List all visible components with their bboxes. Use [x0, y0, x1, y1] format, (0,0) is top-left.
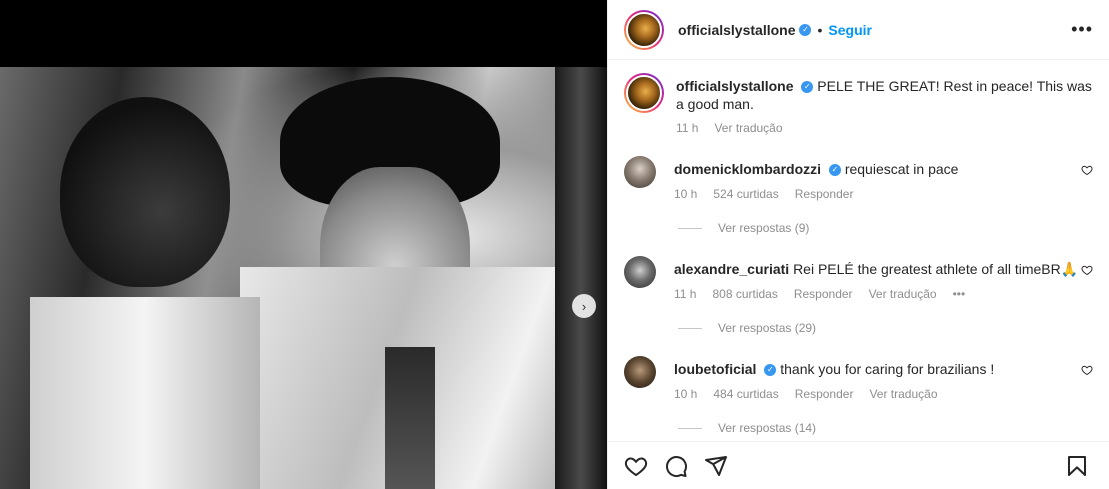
author-avatar[interactable] — [624, 9, 664, 50]
separator-dot: • — [817, 21, 823, 38]
comment-text: thank you for caring for brazilians ! — [780, 361, 995, 377]
view-replies-button[interactable]: Ver respostas (29) — [678, 321, 816, 335]
chevron-right-icon: › — [581, 298, 587, 314]
translate-link[interactable]: Ver tradução — [869, 287, 937, 301]
view-replies-label: Ver respostas (29) — [718, 321, 817, 335]
view-replies-label: Ver respostas (9) — [718, 221, 810, 235]
comments-list[interactable]: officialslystallone ✓ PELE THE GREAT! Re… — [608, 61, 1109, 441]
reply-button[interactable]: Responder — [795, 387, 854, 401]
replies-divider — [678, 327, 702, 329]
caption-username[interactable]: officialslystallone — [676, 78, 793, 94]
bookmark-icon[interactable] — [1065, 454, 1089, 478]
caption-avatar[interactable] — [624, 73, 664, 113]
verified-badge-icon: ✓ — [801, 81, 814, 94]
post-photo — [0, 67, 607, 489]
comment-text: Rei PELÉ the greatest athlete of all tim… — [793, 261, 1079, 277]
verified-badge-icon: ✓ — [828, 164, 841, 177]
comment-likes[interactable]: 524 curtidas — [713, 187, 778, 201]
view-replies-button[interactable]: Ver respostas (14) — [678, 421, 816, 435]
comment-icon[interactable] — [664, 454, 688, 478]
comment-likes[interactable]: 484 curtidas — [713, 387, 778, 401]
comment-more-icon[interactable]: ••• — [953, 287, 966, 301]
send-icon[interactable] — [704, 454, 728, 478]
caption-time: 11 h — [676, 121, 699, 135]
view-replies-label: Ver respostas (14) — [718, 421, 817, 435]
comment-username[interactable]: loubetoficial — [674, 361, 756, 377]
reply-button[interactable]: Responder — [794, 287, 853, 301]
caption: officialslystallone ✓ PELE THE GREAT! Re… — [624, 73, 1093, 135]
verified-badge-icon: ✓ — [764, 364, 777, 377]
replies-divider — [678, 227, 702, 229]
commenter-avatar[interactable] — [624, 356, 656, 388]
comment-item: alexandre_curiati Rei PELÉ the greatest … — [624, 256, 1093, 301]
comment-time: 11 h — [674, 287, 697, 301]
replies-divider — [678, 427, 702, 429]
view-replies-button[interactable]: Ver respostas (9) — [678, 221, 809, 235]
more-options-icon[interactable]: ••• — [1071, 19, 1093, 40]
post-actions — [608, 441, 1109, 489]
verified-badge-icon: ✓ — [799, 23, 812, 36]
comment-username[interactable]: domenicklombardozzi — [674, 161, 821, 177]
comment-like-icon[interactable] — [1081, 264, 1093, 276]
reply-button[interactable]: Responder — [795, 187, 854, 201]
comment-time: 10 h — [674, 387, 698, 401]
comment-likes[interactable]: 808 curtidas — [712, 287, 777, 301]
comment-time: 10 h — [674, 187, 698, 201]
post-header: officialslystallone ✓ • Seguir ••• — [608, 0, 1109, 60]
post-media: › — [0, 0, 607, 489]
follow-button[interactable]: Seguir — [828, 22, 872, 38]
comment-like-icon[interactable] — [1081, 164, 1093, 176]
commenter-avatar[interactable] — [624, 156, 656, 188]
comment-item: domenicklombardozzi ✓ requiescat in pace… — [624, 156, 1093, 201]
comment-item: loubetoficial ✓ thank you for caring for… — [624, 356, 1093, 401]
comment-username[interactable]: alexandre_curiati — [674, 261, 789, 277]
heart-icon[interactable] — [624, 454, 648, 478]
author-username[interactable]: officialslystallone — [678, 22, 795, 38]
caption-translate-link[interactable]: Ver tradução — [714, 121, 782, 135]
commenter-avatar[interactable] — [624, 256, 656, 288]
comment-like-icon[interactable] — [1081, 364, 1093, 376]
translate-link[interactable]: Ver tradução — [869, 387, 937, 401]
post-sidebar: officialslystallone ✓ • Seguir ••• offic… — [607, 0, 1109, 489]
next-photo-button[interactable]: › — [572, 294, 596, 318]
comment-text: requiescat in pace — [844, 161, 959, 177]
